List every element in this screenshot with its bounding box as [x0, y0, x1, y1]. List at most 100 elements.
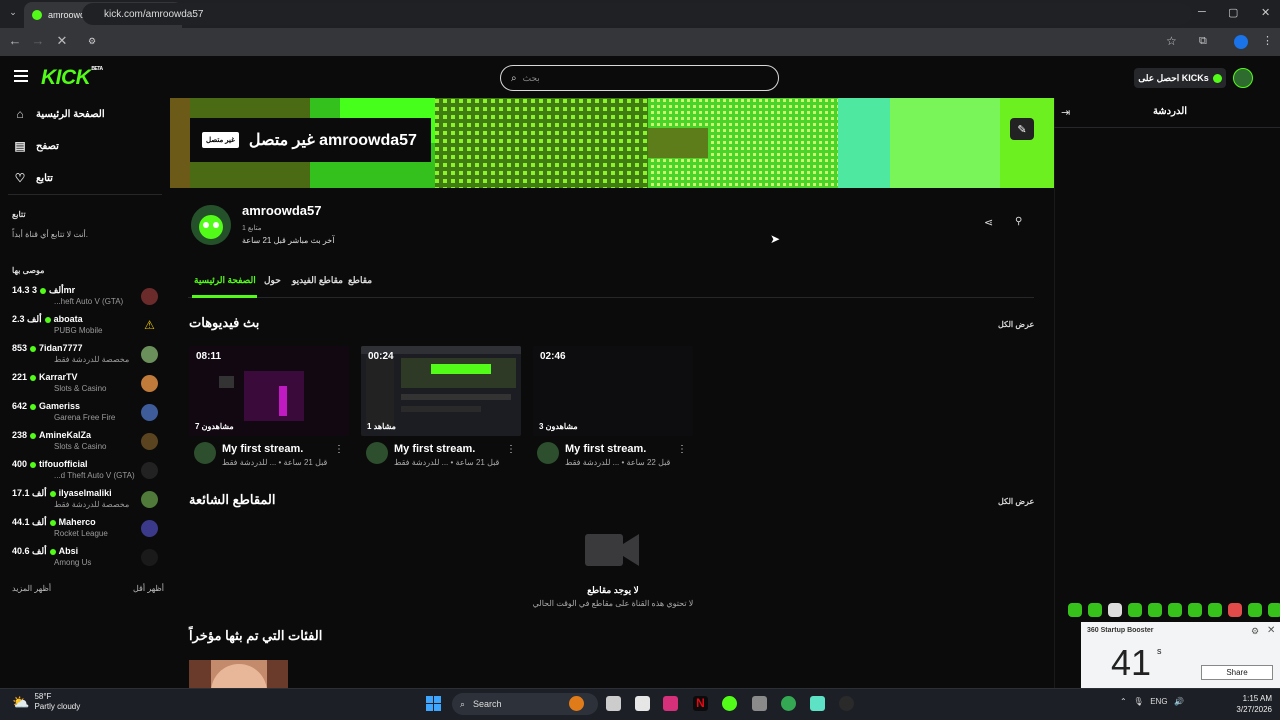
- video-title[interactable]: My first stream.: [394, 443, 475, 455]
- recommended-channel[interactable]: 44.1 ألف Maherco Rocket League: [12, 517, 162, 546]
- site-info-icon[interactable]: ⚙: [88, 36, 96, 47]
- maximize-button[interactable]: ▢: [1228, 6, 1238, 19]
- video-channel-avatar[interactable]: [194, 442, 216, 464]
- viewer-count: 642: [12, 401, 28, 411]
- recommended-channel[interactable]: 221 KarrarTV Slots & Casino: [12, 372, 162, 401]
- show-less-link[interactable]: أظهر أقل: [133, 584, 164, 593]
- get-kicks-button[interactable]: احصل على KICKs: [1134, 68, 1226, 88]
- minimize-button[interactable]: ─: [1198, 6, 1206, 18]
- video-thumbnail[interactable]: 08:11 7 مشاهدون: [189, 346, 349, 436]
- kick-app-icon[interactable]: [810, 696, 825, 711]
- avatar-art: [191, 205, 231, 245]
- volume-icon[interactable]: 🔊: [1174, 697, 1184, 706]
- app-icon[interactable]: [569, 696, 584, 711]
- videos-see-all-link[interactable]: عرض الكل: [998, 320, 1034, 329]
- stop-loading-button[interactable]: ✕: [54, 33, 70, 49]
- app-icon[interactable]: [752, 696, 767, 711]
- video-title[interactable]: My first stream.: [222, 443, 303, 455]
- viewer-count: 853: [12, 343, 28, 353]
- tab-videos[interactable]: مقاطع الفيديو: [292, 275, 343, 286]
- tab-home[interactable]: الصفحة الرئيسية: [194, 275, 256, 286]
- emote-icon[interactable]: [1248, 603, 1262, 617]
- unreal-engine-icon[interactable]: [839, 696, 854, 711]
- sidebar-item-home[interactable]: ⌂ الصفحة الرئيسية: [12, 107, 104, 121]
- emote-icon[interactable]: [1268, 603, 1280, 617]
- video-thumbnail[interactable]: 02:46 3 مشاهدون: [533, 346, 693, 436]
- game-app-icon[interactable]: [722, 696, 737, 711]
- chrome-icon[interactable]: [781, 696, 796, 711]
- video-options-icon[interactable]: ⋮: [334, 444, 344, 455]
- manage-user-icon[interactable]: ⚲: [1015, 216, 1022, 227]
- bookmark-star-icon[interactable]: ☆: [1166, 34, 1177, 48]
- emote-icon[interactable]: [1168, 603, 1182, 617]
- weather-widget[interactable]: ⛅ 58°F Partly cloudy: [12, 692, 80, 712]
- video-channel-avatar[interactable]: [537, 442, 559, 464]
- forward-button[interactable]: →: [30, 33, 46, 48]
- logo-beta: BETA: [91, 66, 103, 72]
- profile-avatar[interactable]: [1234, 35, 1248, 49]
- recommended-channel[interactable]: 17.1 ألف ilyaselmaliki مخصصة للدردشة فقط: [12, 488, 162, 517]
- emote-icon[interactable]: [1228, 603, 1242, 617]
- video-thumbnail[interactable]: 00:24 1 مشاهد: [361, 346, 521, 436]
- tab-about[interactable]: حول: [264, 275, 281, 286]
- instagram-icon[interactable]: [663, 696, 678, 711]
- emote-icon[interactable]: [1088, 603, 1102, 617]
- video-views: 3 مشاهدون: [539, 422, 578, 431]
- microphone-icon[interactable]: 🎙: [1133, 697, 1143, 706]
- url-bar[interactable]: kick.com/amroowda57: [82, 3, 1192, 25]
- browser-menu-icon[interactable]: ⋮: [1262, 34, 1273, 47]
- video-channel-avatar[interactable]: [366, 442, 388, 464]
- search-input[interactable]: ⌕ بحث: [500, 65, 779, 91]
- window-close-button[interactable]: ✕: [1261, 6, 1270, 19]
- emote-icon[interactable]: [1148, 603, 1162, 617]
- recommended-channel[interactable]: 2.3 ألف aboata PUBG Mobile ⚠: [12, 314, 162, 343]
- recommended-channel[interactable]: 642 Gameriss Garena Free Fire: [12, 401, 162, 430]
- channel-name: Gameriss: [39, 401, 81, 411]
- booster-close-icon[interactable]: ✕: [1267, 625, 1275, 636]
- system-tray: ⌃ 🎙 ENG 🔊: [1120, 697, 1184, 706]
- category-thumbnail[interactable]: [189, 660, 288, 688]
- collapse-chat-icon[interactable]: ⇥: [1061, 106, 1070, 119]
- show-more-link[interactable]: أظهر المزيد: [12, 584, 51, 593]
- live-dot-icon: [49, 519, 56, 526]
- recommended-channel[interactable]: 400 tifouofficial ...d Theft Auto V (GTA): [12, 459, 162, 488]
- video-title[interactable]: My first stream.: [565, 443, 646, 455]
- video-options-icon[interactable]: ⋮: [506, 444, 516, 455]
- store-icon[interactable]: [635, 696, 650, 711]
- booster-share-button[interactable]: Share: [1201, 665, 1273, 680]
- clips-see-all-link[interactable]: عرض الكل: [998, 497, 1034, 506]
- following-empty-text: أنت لا تتابع أي قناة أبداً.: [12, 230, 88, 239]
- windows-start-icon[interactable]: [426, 696, 441, 711]
- emote-icon[interactable]: [1128, 603, 1142, 617]
- emote-icon[interactable]: [1208, 603, 1222, 617]
- channel-avatar-large[interactable]: [191, 205, 231, 245]
- emote-icon[interactable]: [1108, 603, 1122, 617]
- kick-logo[interactable]: KICKBETA: [41, 66, 103, 90]
- recommended-channel[interactable]: 40.6 ألف Absi Among Us: [12, 546, 162, 575]
- sidebar-item-following[interactable]: ♡ تتابع: [12, 171, 53, 185]
- task-view-icon[interactable]: [606, 696, 621, 711]
- input-language[interactable]: ENG: [1150, 697, 1167, 706]
- tray-chevron-icon[interactable]: ⌃: [1120, 697, 1127, 706]
- tab-clips[interactable]: مقاطع: [348, 275, 372, 286]
- share-icon[interactable]: ⋖: [984, 216, 993, 229]
- netflix-icon[interactable]: N: [693, 696, 708, 711]
- recommended-channel[interactable]: 238 AmineKalZa Slots & Casino: [12, 430, 162, 459]
- hamburger-menu-icon[interactable]: [14, 70, 28, 82]
- edit-banner-button[interactable]: ✎: [1010, 118, 1034, 140]
- channel-name: KarrarTV: [39, 372, 78, 382]
- booster-settings-icon[interactable]: ⚙: [1251, 626, 1259, 637]
- emote-icon[interactable]: [1188, 603, 1202, 617]
- extensions-icon[interactable]: ⧉: [1199, 35, 1207, 48]
- channel-avatar: [141, 404, 158, 421]
- sidebar-item-browse[interactable]: ▤ تصفح: [12, 139, 59, 153]
- channel-name: aboata: [53, 314, 83, 324]
- tab-search-button[interactable]: ⌄: [6, 7, 20, 21]
- recommended-channel[interactable]: 853 7idan7777 مخصصة للدردشة فقط: [12, 343, 162, 372]
- back-button[interactable]: ←: [7, 33, 23, 48]
- recommended-channel[interactable]: 14.3 ألف3mr ...heft Auto V (GTA): [12, 285, 162, 314]
- video-options-icon[interactable]: ⋮: [677, 444, 687, 455]
- emote-icon[interactable]: [1068, 603, 1082, 617]
- taskbar-clock[interactable]: 1:15 AM 3/27/2026: [1222, 693, 1272, 715]
- user-avatar[interactable]: [1233, 68, 1253, 88]
